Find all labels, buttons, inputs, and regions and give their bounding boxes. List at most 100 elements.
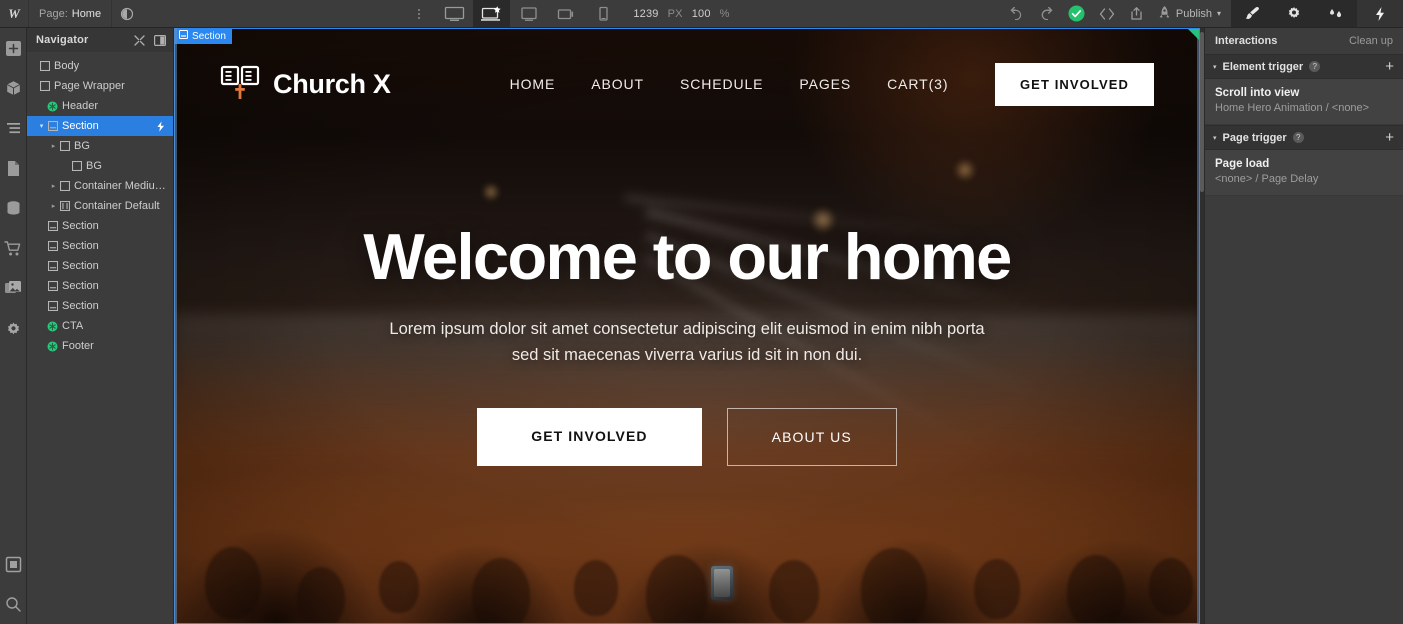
canvas-resize-handle[interactable] [1188, 29, 1199, 40]
section-icon [46, 121, 59, 131]
hero-about-us-button[interactable]: ABOUT US [726, 408, 897, 467]
interactions-header: Interactions Clean up [1205, 28, 1403, 54]
toolbar-actions: Publish ▾ [1002, 0, 1403, 27]
symbol-icon [46, 321, 59, 332]
components-icon[interactable] [0, 68, 27, 108]
assets-icon[interactable] [0, 268, 27, 308]
top-toolbar: W Page: Home 1239 PX 100 % Publish ▾ [0, 0, 1403, 28]
navigator-item-section[interactable]: Section [27, 236, 173, 256]
navigator-item-bg[interactable]: BG [27, 156, 173, 176]
webflow-logo-icon[interactable]: W [0, 0, 28, 27]
section-icon [178, 29, 189, 42]
navigator-item-label: BG [86, 160, 102, 172]
tablet-landscape-viewport[interactable] [547, 0, 584, 27]
hero-heading: Welcome to our home [363, 220, 1012, 293]
desktop-viewport[interactable] [436, 0, 473, 27]
navigator-item-cta[interactable]: CTA [27, 316, 173, 336]
publish-label: Publish [1175, 7, 1212, 20]
page-trigger-section-header[interactable]: ▾ Page trigger ? + [1205, 125, 1403, 150]
panel-toggle-icon[interactable] [154, 34, 166, 46]
navigator-tree: Body Page Wrapper Header ▾ Section ▸ BG BG ▸ Cont… [27, 52, 173, 356]
navigator-icon[interactable] [0, 108, 27, 148]
navigator-item-label: Container Medium 788px [74, 180, 173, 192]
ecommerce-icon[interactable] [0, 228, 27, 268]
div-icon [38, 81, 51, 91]
navigator-item-header[interactable]: Header [27, 96, 173, 116]
pages-icon[interactable] [0, 148, 27, 188]
paintbrush-icon[interactable] [1231, 0, 1273, 27]
mobile-viewport[interactable] [584, 0, 621, 27]
disclosure-triangle-icon[interactable]: ▾ [37, 122, 46, 130]
element-trigger-name: Scroll into view [1215, 87, 1300, 99]
tablet-viewport[interactable] [510, 0, 547, 27]
site-nav-link-cart-3[interactable]: CART(3) [887, 76, 948, 92]
collapse-all-icon[interactable] [134, 34, 145, 46]
preview-icon[interactable] [0, 544, 27, 584]
site-nav-link-pages[interactable]: PAGES [799, 76, 851, 92]
design-canvas[interactable]: Church X HOME ABOUT SCHEDULE PAGES CART(3) G… [174, 28, 1200, 624]
navigator-item-section[interactable]: Section [27, 296, 173, 316]
disclosure-triangle-icon[interactable]: ▸ [49, 182, 58, 190]
navigator-item-bg[interactable]: ▸ BG [27, 136, 173, 156]
lightning-bolt-icon[interactable] [1357, 0, 1403, 27]
site-nav-link-schedule[interactable]: SCHEDULE [680, 76, 763, 92]
element-trigger-section-header[interactable]: ▾ Element trigger ? + [1205, 54, 1403, 79]
clean-up-button[interactable]: Clean up [1349, 35, 1393, 47]
page-selector[interactable]: Page: Home [28, 0, 113, 27]
navigator-item-label: BG [74, 140, 90, 152]
settings-icon[interactable] [0, 308, 27, 348]
navigator-item-section[interactable]: Section [27, 276, 173, 296]
undo-icon[interactable] [1002, 0, 1032, 27]
navigator-panel: Navigator Body Page Wrapper Header ▾ Section… [27, 28, 174, 624]
saved-check-icon[interactable] [1062, 0, 1092, 27]
disclosure-triangle-icon[interactable]: ▸ [49, 142, 58, 150]
site-nav-link-home[interactable]: HOME [510, 76, 556, 92]
navigator-item-section[interactable]: Section [27, 256, 173, 276]
hero-get-involved-button[interactable]: GET INVOLVED [477, 408, 702, 467]
add-elements-icon[interactable] [0, 28, 27, 68]
header-get-involved-button[interactable]: GET INVOLVED [994, 62, 1154, 106]
help-icon[interactable]: ? [1292, 132, 1304, 143]
navigator-item-section[interactable]: ▾ Section [27, 116, 173, 136]
section-icon [46, 281, 59, 291]
add-page-trigger-button[interactable]: + [1385, 130, 1394, 145]
canvas-left-gutter [174, 28, 177, 624]
navigator-item-section[interactable]: Section [27, 216, 173, 236]
cms-icon[interactable] [0, 188, 27, 228]
chevron-down-icon: ▾ [1217, 9, 1222, 18]
navigator-item-body[interactable]: Body [27, 56, 173, 76]
interactions-title: Interactions [1215, 35, 1278, 47]
navigator-item-footer[interactable]: Footer [27, 336, 173, 356]
quick-ix-tab [1357, 0, 1403, 27]
navigator-item-container-medium-788px[interactable]: ▸ Container Medium 788px [27, 176, 173, 196]
more-options-icon[interactable] [402, 0, 436, 27]
main-viewport[interactable] [473, 0, 511, 27]
disclosure-triangle-icon[interactable]: ▸ [49, 202, 58, 210]
redo-icon[interactable] [1032, 0, 1062, 27]
canvas-width-unit: PX [667, 7, 683, 20]
navigator-item-container-default[interactable]: ▸ Container Default [27, 196, 173, 216]
toolbar-spacer-2 [742, 0, 1002, 27]
publish-button[interactable]: Publish ▾ [1152, 0, 1231, 27]
code-brackets-icon[interactable] [1092, 0, 1122, 27]
section-icon [46, 261, 59, 271]
rocket-icon [1158, 5, 1171, 23]
element-trigger-item[interactable]: Scroll into view Home Hero Animation / <… [1205, 79, 1403, 125]
navigator-item-label: Section [62, 240, 99, 252]
gear-icon[interactable] [1273, 0, 1315, 27]
hero-paragraph: Lorem ipsum dolor sit amet consectetur a… [389, 320, 985, 364]
site-navigation: HOME ABOUT SCHEDULE PAGES CART(3) [510, 76, 949, 92]
help-icon[interactable]: ? [1309, 61, 1321, 72]
page-trigger-item[interactable]: Page load <none> / Page Delay [1205, 150, 1403, 196]
add-element-trigger-button[interactable]: + [1385, 59, 1394, 74]
site-nav-link-about[interactable]: ABOUT [591, 76, 644, 92]
selected-element-badge[interactable]: Section [174, 28, 233, 44]
interactions-droplets-icon[interactable] [1315, 0, 1357, 27]
eye-icon[interactable] [112, 0, 142, 27]
canvas-size-controls[interactable]: 1239 PX 100 % [621, 0, 741, 27]
navigator-item-page-wrapper[interactable]: Page Wrapper [27, 76, 173, 96]
site-logo[interactable]: Church X [220, 63, 391, 106]
search-icon[interactable] [0, 584, 27, 624]
share-export-icon[interactable] [1122, 0, 1152, 27]
